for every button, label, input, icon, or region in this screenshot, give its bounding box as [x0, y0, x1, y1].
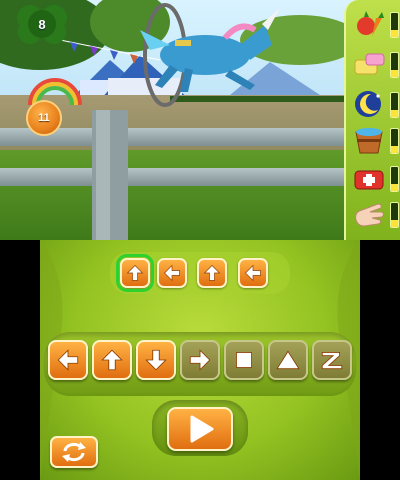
- command-button[interactable]: [48, 340, 88, 380]
- command-button[interactable]: [268, 340, 308, 380]
- care-item-button[interactable]: [352, 8, 386, 40]
- sponge-soap-icon: [354, 53, 385, 75]
- care-meter-fill: [391, 109, 398, 117]
- refresh-icon: [62, 442, 86, 462]
- lap-counter-badge: 8: [12, 2, 72, 46]
- sequence-slot[interactable]: [157, 258, 187, 288]
- arrow-up-icon: [203, 265, 221, 281]
- lap-counter-value: 8: [38, 16, 46, 32]
- care-meter: [390, 52, 399, 78]
- care-meter: [390, 92, 399, 118]
- care-meter-fill: [391, 29, 398, 37]
- play-button[interactable]: [167, 407, 233, 451]
- care-item-panel: [344, 0, 400, 240]
- command-button[interactable]: [136, 340, 176, 380]
- care-meter-fill: [391, 145, 398, 153]
- care-meter-fill: [391, 69, 398, 77]
- care-meter-fill: [391, 183, 398, 191]
- zigzag-icon: [321, 351, 343, 370]
- command-button[interactable]: [224, 340, 264, 380]
- command-button[interactable]: [92, 340, 132, 380]
- sequence-slot[interactable]: [238, 258, 268, 288]
- vegetables-icon: [357, 11, 384, 36]
- reset-button[interactable]: [50, 436, 98, 468]
- care-item-button[interactable]: [352, 88, 386, 120]
- command-button[interactable]: [312, 340, 352, 380]
- jump-triangle-icon: [276, 350, 300, 370]
- care-meter: [390, 128, 399, 154]
- command-button[interactable]: [180, 340, 220, 380]
- petting-hand-icon: [355, 203, 384, 227]
- care-item-button[interactable]: [352, 124, 386, 156]
- moon-sleep-icon: [355, 91, 381, 117]
- stop-square-icon: [235, 351, 253, 369]
- sequence-slot[interactable]: [197, 258, 227, 288]
- care-item-button[interactable]: [352, 198, 386, 230]
- arrow-left-icon: [164, 264, 180, 282]
- jump-counter-value: 11: [38, 112, 50, 124]
- care-meter: [390, 12, 399, 38]
- arrow-up-icon: [126, 265, 144, 281]
- sequence-slot[interactable]: [116, 254, 154, 292]
- arrow-right-icon: [189, 349, 211, 371]
- bottom-screen: [40, 240, 360, 480]
- care-meter-fill: [391, 219, 398, 227]
- arrow-left-icon: [57, 349, 79, 371]
- first-aid-kit-icon: [354, 170, 384, 190]
- play-icon: [190, 415, 214, 443]
- jump-counter-badge: 11: [26, 100, 62, 136]
- care-item-button[interactable]: [352, 162, 386, 194]
- top-screen: 8 11: [0, 0, 400, 240]
- care-item-button[interactable]: [352, 48, 386, 80]
- water-bucket-icon: [355, 128, 383, 154]
- arrow-left-icon: [245, 264, 261, 282]
- arrow-down-icon: [145, 349, 167, 371]
- arrow-up-icon: [101, 349, 123, 371]
- care-meter: [390, 202, 399, 228]
- care-meter: [390, 166, 399, 192]
